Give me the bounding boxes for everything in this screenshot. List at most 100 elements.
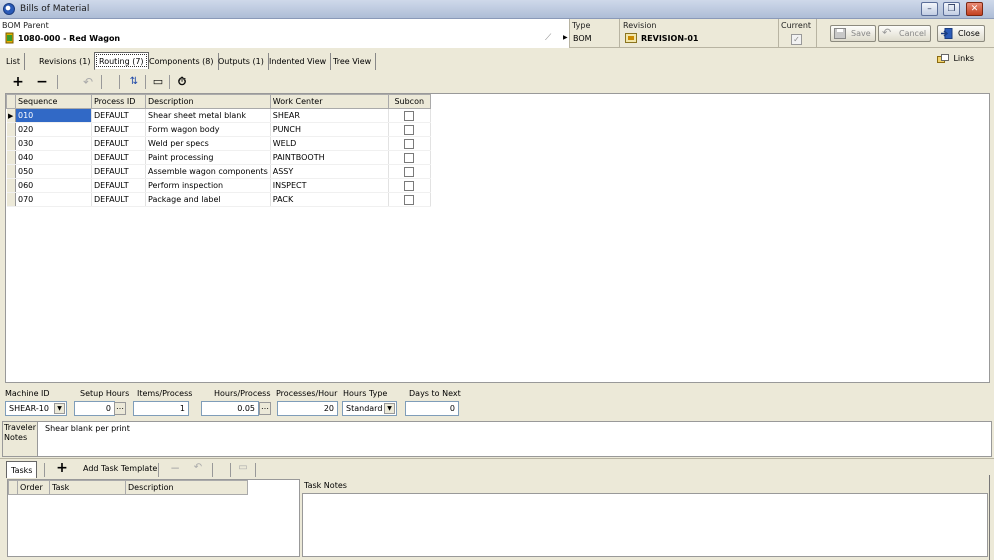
ellipsis-icon[interactable]: … xyxy=(259,402,271,415)
undo-icon[interactable]: ↶ xyxy=(189,459,207,477)
cell-process-id[interactable]: DEFAULT xyxy=(91,122,146,137)
window-icon[interactable]: ▭ xyxy=(234,459,252,477)
bom-parent-cell[interactable]: BOM Parent 1080-000 - Red Wagon ⟋ xyxy=(0,19,570,48)
timer-icon[interactable]: ⏱ xyxy=(173,73,191,91)
routing-grid[interactable]: Sequence Process ID Description Work Cen… xyxy=(5,93,990,383)
restore-button[interactable]: ❐ xyxy=(943,2,960,16)
minimize-button[interactable]: – xyxy=(921,2,938,16)
days-next-field[interactable]: 0 xyxy=(405,401,459,416)
col-description[interactable]: Description xyxy=(145,94,271,109)
cancel-button[interactable]: ↶ Cancel xyxy=(878,25,932,42)
traveler-notes-text[interactable]: Shear blank per print xyxy=(45,424,130,433)
remove-icon[interactable]: − xyxy=(33,73,51,91)
expand-arrow-icon[interactable]: ▶ xyxy=(563,34,568,41)
subcon-checkbox[interactable] xyxy=(404,124,415,135)
vertical-scrollbar[interactable] xyxy=(989,475,994,560)
cell-description[interactable]: Paint processing xyxy=(145,150,271,165)
subcon-checkbox[interactable] xyxy=(404,194,415,205)
cell-description[interactable]: Weld per specs xyxy=(145,136,271,151)
cell-work-center[interactable]: WELD xyxy=(270,136,389,151)
subcon-checkbox[interactable] xyxy=(404,166,415,177)
cell-work-center[interactable]: ASSY xyxy=(270,164,389,179)
cell-work-center[interactable]: SHEAR xyxy=(270,108,389,123)
col-task-description[interactable]: Description xyxy=(125,480,248,495)
cell-process-id[interactable]: DEFAULT xyxy=(91,136,146,151)
links-button[interactable]: Links xyxy=(937,54,974,63)
table-row[interactable]: 050 DEFAULT Assemble wagon components AS… xyxy=(6,164,431,179)
cell-sequence[interactable]: 060 xyxy=(15,178,92,193)
table-row[interactable]: ▶ 010 DEFAULT Shear sheet metal blank SH… xyxy=(6,108,431,123)
col-work-center[interactable]: Work Center xyxy=(269,94,389,109)
cell-process-id[interactable]: DEFAULT xyxy=(91,150,146,165)
cell-work-center[interactable]: PUNCH xyxy=(270,122,389,137)
items-process-field[interactable]: 1 xyxy=(133,401,189,416)
cell-process-id[interactable]: DEFAULT xyxy=(91,108,146,123)
cell-process-id[interactable]: DEFAULT xyxy=(91,192,146,207)
add-icon[interactable]: + xyxy=(9,73,27,91)
tab-components[interactable]: Components (8) xyxy=(145,53,219,70)
tab-revisions[interactable]: Revisions (1) xyxy=(35,53,96,70)
ellipsis-icon[interactable]: … xyxy=(114,402,126,415)
col-task[interactable]: Task xyxy=(49,480,126,495)
table-row[interactable]: 040 DEFAULT Paint processing PAINTBOOTH xyxy=(6,150,431,165)
cell-sequence[interactable]: 070 xyxy=(15,192,92,207)
row-header xyxy=(6,122,16,137)
tab-outputs[interactable]: Outputs (1) xyxy=(214,53,269,70)
tab-indented-view[interactable]: Indented View xyxy=(265,53,332,70)
table-row[interactable]: 030 DEFAULT Weld per specs WELD xyxy=(6,136,431,151)
task-notes-textarea[interactable] xyxy=(302,493,988,557)
traveler-notes[interactable]: Traveler Notes Shear blank per print xyxy=(2,421,992,457)
tasks-grid[interactable]: Order Task Description xyxy=(7,479,300,557)
cell-process-id[interactable]: DEFAULT xyxy=(91,178,146,193)
cell-description[interactable]: Form wagon body xyxy=(145,122,271,137)
cell-description[interactable]: Perform inspection xyxy=(145,178,271,193)
add-task-template-button[interactable]: Add Task Template xyxy=(83,464,157,473)
window-icon[interactable]: ▭ xyxy=(149,73,167,91)
cell-sequence[interactable]: 040 xyxy=(15,150,92,165)
close-window-button[interactable]: ✕ xyxy=(966,2,983,16)
undo-icon[interactable]: ↶ xyxy=(79,73,97,91)
cell-sequence[interactable]: 020 xyxy=(15,122,92,137)
table-row[interactable]: 070 DEFAULT Package and label PACK xyxy=(6,192,431,207)
col-order[interactable]: Order xyxy=(17,480,50,495)
revision-cell[interactable]: Revision REVISION-01 xyxy=(621,19,779,48)
setup-hours-field[interactable]: 0 xyxy=(74,401,115,416)
subcon-checkbox[interactable] xyxy=(404,110,415,121)
table-row[interactable]: 020 DEFAULT Form wagon body PUNCH xyxy=(6,122,431,137)
tab-routing[interactable]: Routing (7) xyxy=(94,52,149,69)
remove-task-icon[interactable]: − xyxy=(166,459,184,477)
cell-work-center[interactable]: PAINTBOOTH xyxy=(270,150,389,165)
cell-process-id[interactable]: DEFAULT xyxy=(91,164,146,179)
cell-description[interactable]: Package and label xyxy=(145,192,271,207)
cell-description[interactable]: Shear sheet metal blank xyxy=(145,108,271,123)
hours-process-field[interactable]: 0.05 xyxy=(201,401,259,416)
cell-sequence[interactable]: 030 xyxy=(15,136,92,151)
col-sequence[interactable]: Sequence xyxy=(15,94,92,109)
hours-type-select[interactable]: Standard ▼ xyxy=(342,401,397,416)
machine-id-select[interactable]: SHEAR-10 ▼ xyxy=(5,401,67,416)
save-button[interactable]: Save xyxy=(830,25,876,42)
table-row[interactable]: 060 DEFAULT Perform inspection INSPECT xyxy=(6,178,431,193)
col-subcon[interactable]: Subcon xyxy=(387,94,431,109)
add-task-icon[interactable]: + xyxy=(53,459,71,477)
close-button[interactable]: Close xyxy=(937,25,985,42)
subcon-checkbox[interactable] xyxy=(404,152,415,163)
subcon-checkbox[interactable] xyxy=(404,180,415,191)
subcon-checkbox[interactable] xyxy=(404,138,415,149)
chevron-down-icon[interactable]: ▼ xyxy=(54,403,65,414)
tab-tasks[interactable]: Tasks xyxy=(6,461,38,478)
lookup-icon[interactable]: ⟋ xyxy=(545,33,551,43)
col-process-id[interactable]: Process ID xyxy=(91,94,146,109)
tab-tree-view[interactable]: Tree View xyxy=(329,53,377,70)
current-checkbox[interactable]: ✓ xyxy=(791,34,802,45)
tasks-table: Order Task Description xyxy=(8,480,248,495)
cell-sequence[interactable]: 010 xyxy=(15,108,92,123)
cell-sequence[interactable]: 050 xyxy=(15,164,92,179)
tab-list[interactable]: List xyxy=(2,53,25,70)
chevron-down-icon[interactable]: ▼ xyxy=(384,403,395,414)
cell-work-center[interactable]: PACK xyxy=(270,192,389,207)
sort-icon[interactable]: ⇅ xyxy=(125,73,143,91)
processes-hour-field[interactable]: 20 xyxy=(277,401,338,416)
cell-description[interactable]: Assemble wagon components xyxy=(145,164,271,179)
cell-work-center[interactable]: INSPECT xyxy=(270,178,389,193)
